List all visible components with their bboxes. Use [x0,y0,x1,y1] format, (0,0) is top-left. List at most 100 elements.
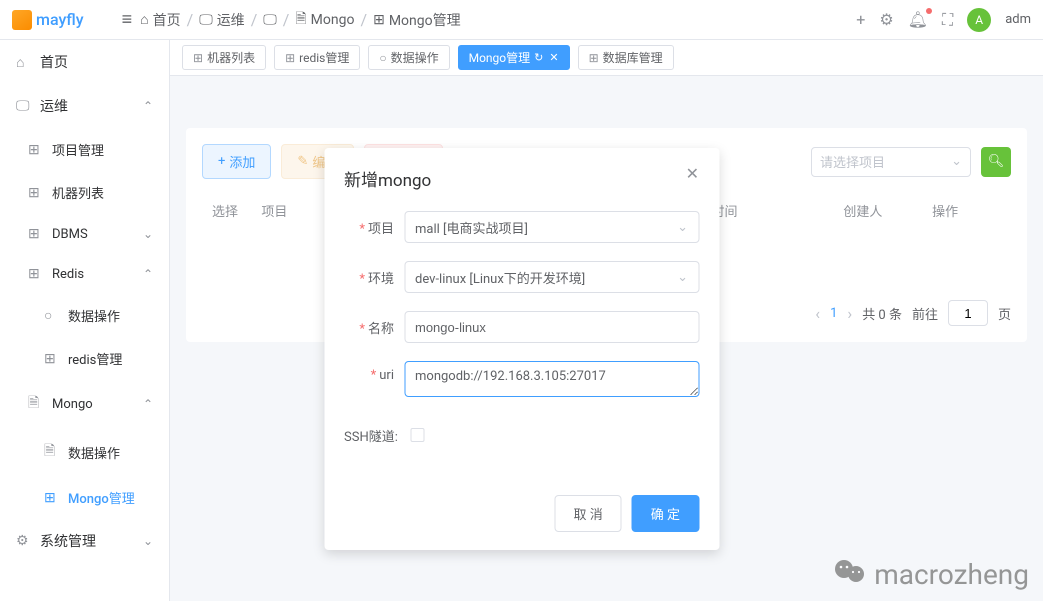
label-project: 项目 [344,211,404,237]
breadcrumb-mongo-mgmt[interactable]: ⊞Mongo管理 [373,10,461,30]
project-select-input[interactable]: mall [电商实战项目]⌄ [404,211,699,243]
avatar[interactable]: A [967,8,991,32]
plus-icon[interactable]: + [856,10,865,29]
username-label[interactable]: adm [1005,12,1031,27]
breadcrumb-sep: / [251,10,258,29]
chevron-down-icon: ⌄ [143,227,153,241]
grid-icon: ⊞ [285,51,295,65]
chevron-down-icon: ⌄ [143,534,153,548]
name-input[interactable] [404,311,699,343]
close-icon[interactable]: ✕ [686,166,699,182]
sidebar-redis-mgmt[interactable]: ⊞redis管理 [0,337,169,380]
grid-icon: ⊞ [44,351,58,367]
label-env: 环境 [344,261,404,287]
breadcrumb-sub[interactable]: 🖵 [263,12,277,28]
grid-icon: ⊞ [589,51,599,65]
sidebar-home[interactable]: ⌂首页 [0,40,169,84]
edit-icon: ✎ [297,154,308,169]
form-row-uri: uri mongodb://192.168.3.105:27017 [344,361,699,401]
monitor-icon: 🖵 [16,98,30,114]
doc-icon: 🗎 [28,392,42,416]
search-icon: ○ [379,51,386,65]
search-button[interactable]: 🔍︎ [981,147,1011,177]
search-icon: ○ [44,307,58,324]
tab-redis-mgmt[interactable]: ⊞redis管理 [274,45,360,70]
sidebar: ⌂首页 🖵运维⌃ ⊞项目管理 ⊞机器列表 ⊞DBMS⌄ ⊞Redis⌃ ○数据操… [0,40,170,601]
ssh-checkbox[interactable] [411,428,425,442]
next-page-button[interactable]: › [847,304,852,323]
fullscreen-icon[interactable]: ⛶ [942,10,953,30]
form-row-env: 环境 dev-linux [Linux下的开发环境]⌄ [344,261,699,293]
add-button[interactable]: +添加 [202,144,271,179]
header-left: mayfly ≡ ⌂首页 / 🖵运维 / 🖵 / 🗎Mongo / ⊞Mongo… [12,8,461,32]
close-icon[interactable]: ✕ [549,51,558,64]
chevron-up-icon: ⌃ [143,99,153,113]
plus-icon: + [218,154,225,169]
sidebar-data-ops[interactable]: ○数据操作 [0,294,169,337]
prev-page-button[interactable]: ‹ [815,304,820,323]
env-select-input[interactable]: dev-linux [Linux下的开发环境]⌄ [404,261,699,293]
th-creator: 创建人 [843,191,932,230]
label-ssh: SSH隧道: [344,419,408,445]
sidebar-dbms[interactable]: ⊞DBMS⌄ [0,214,169,254]
breadcrumb-home[interactable]: ⌂首页 [140,10,180,30]
refresh-icon[interactable]: ↻ [534,51,543,64]
form-row-ssh: SSH隧道: [344,419,699,445]
sidebar-redis[interactable]: ⊞Redis⌃ [0,254,169,294]
sidebar-mongo-mgmt[interactable]: ⊞Mongo管理 [0,476,169,519]
current-page[interactable]: 1 [830,306,837,321]
grid-icon: ⊞ [28,226,42,242]
dialog-footer: 取 消 确 定 [324,483,719,550]
dialog-title: 新增mongo [344,166,431,191]
tabs-row: ⊞机器列表 ⊞redis管理 ○数据操作 Mongo管理↻✕ ⊞数据库管理 [170,40,1043,76]
app-header: mayfly ≡ ⌂首页 / 🖵运维 / 🖵 / 🗎Mongo / ⊞Mongo… [0,0,1043,40]
breadcrumb-sep: / [360,10,367,29]
sidebar-mongo[interactable]: 🗎Mongo⌃ [0,380,169,428]
cancel-button[interactable]: 取 消 [555,495,622,532]
sidebar-ops[interactable]: 🖵运维⌃ [0,84,169,128]
form-row-project: 项目 mall [电商实战项目]⌄ [344,211,699,243]
total-label: 共 0 条 [862,304,902,323]
tab-data-ops[interactable]: ○数据操作 [368,45,449,70]
menu-toggle-icon[interactable]: ≡ [122,9,133,30]
confirm-button[interactable]: 确 定 [632,495,699,532]
add-mongo-dialog: 新增mongo ✕ 项目 mall [电商实战项目]⌄ 环境 dev-linux… [324,148,719,550]
label-uri: uri [344,361,404,383]
home-icon: ⌂ [16,54,30,71]
watermark: macrozheng [832,556,1029,593]
breadcrumb-sep: / [283,10,290,29]
page-suffix: 页 [998,304,1011,323]
breadcrumb-mongo[interactable]: 🗎Mongo [295,8,354,32]
brand-logo: mayfly [12,10,84,30]
gear-icon[interactable]: ⚙ [879,10,893,29]
brand-text: mayfly [36,10,84,29]
sidebar-sys-mgmt[interactable]: ⚙系统管理⌄ [0,519,169,563]
form-row-name: 名称 [344,311,699,343]
breadcrumb: ⌂首页 / 🖵运维 / 🖵 / 🗎Mongo / ⊞Mongo管理 [140,8,461,32]
dialog-body: 项目 mall [电商实战项目]⌄ 环境 dev-linux [Linux下的开… [324,201,719,483]
label-name: 名称 [344,311,404,337]
gear-icon: ⚙ [16,533,30,549]
tab-db-mgmt[interactable]: ⊞数据库管理 [578,45,674,70]
tab-mongo-mgmt[interactable]: Mongo管理↻✕ [458,45,570,70]
sidebar-machine-list[interactable]: ⊞机器列表 [0,171,169,214]
th-action: 操作 [932,191,1011,230]
doc-icon: 🗎 [44,440,58,464]
bell-icon[interactable]: 🔔︎ [908,10,928,29]
tab-machine-list[interactable]: ⊞机器列表 [182,45,266,70]
th-select: 选择 [202,191,261,230]
sidebar-project-mgmt[interactable]: ⊞项目管理 [0,128,169,171]
chevron-up-icon: ⌃ [143,397,153,411]
page-input[interactable] [948,300,988,326]
grid-icon: ⊞ [28,266,42,282]
wechat-icon [832,556,868,593]
grid-icon: ⊞ [193,51,203,65]
dialog-header: 新增mongo ✕ [324,148,719,201]
project-select[interactable]: 请选择项目⌄ [811,147,971,177]
sidebar-mongo-data-ops[interactable]: 🗎数据操作 [0,428,169,476]
breadcrumb-ops[interactable]: 🖵运维 [199,10,245,30]
uri-textarea[interactable]: mongodb://192.168.3.105:27017 [404,361,699,397]
chevron-down-icon: ⌄ [677,270,688,285]
grid-icon: ⊞ [28,185,42,201]
chevron-up-icon: ⌃ [143,267,153,281]
